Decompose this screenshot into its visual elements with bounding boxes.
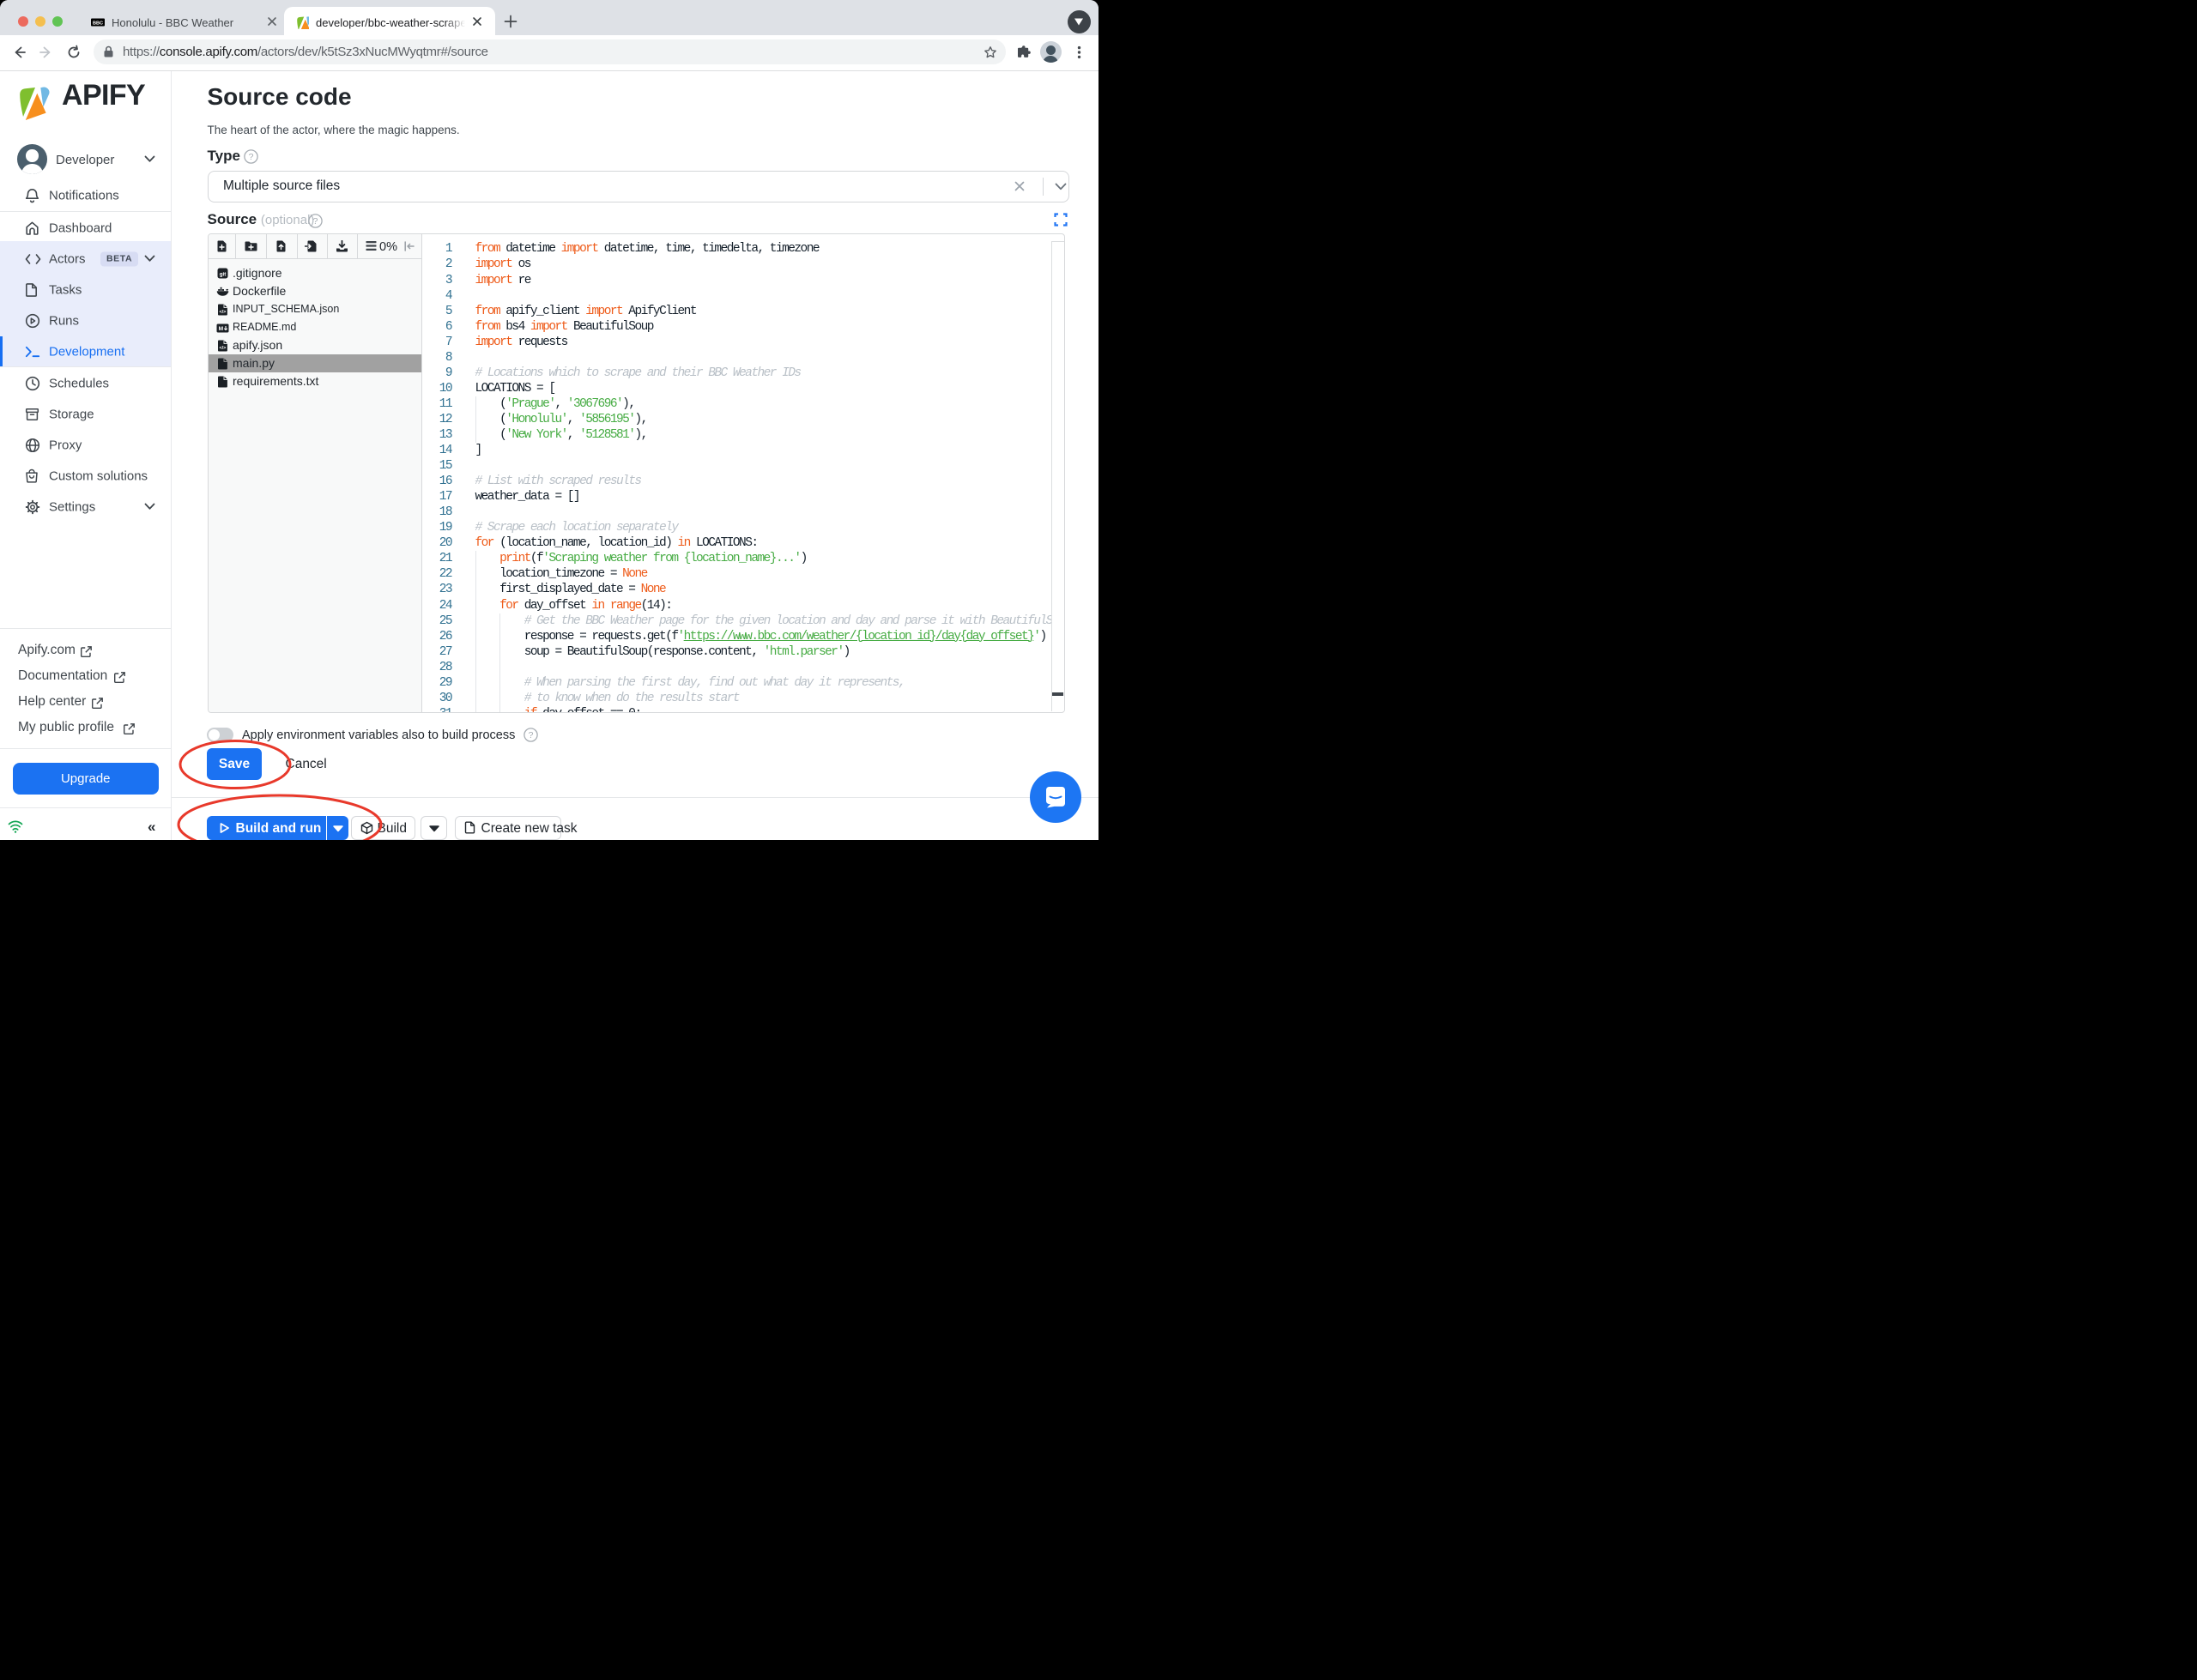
svg-text:</>: </> [220, 346, 227, 351]
svg-text:</>: </> [220, 310, 227, 315]
svg-text:git: git [220, 271, 227, 277]
svg-text:BBC: BBC [93, 21, 103, 27]
svg-text:M: M [219, 326, 224, 332]
svg-text:?: ? [312, 216, 318, 227]
svg-text:?: ? [528, 730, 533, 740]
svg-text:?: ? [248, 152, 253, 162]
